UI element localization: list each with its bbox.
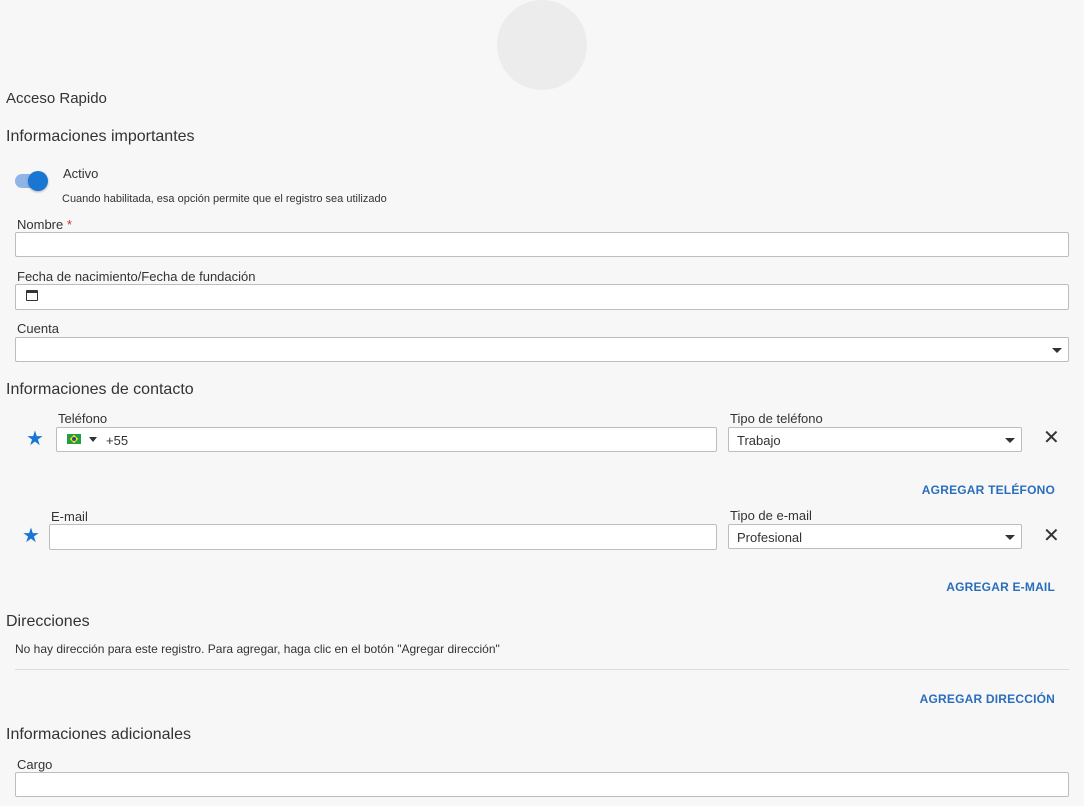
- email-type-label: Tipo de e-mail: [730, 508, 812, 523]
- phone-type-select[interactable]: Trabajo: [728, 427, 1022, 452]
- email-input[interactable]: [49, 524, 717, 550]
- quick-access-title: Acceso Rapido: [6, 90, 107, 107]
- account-select[interactable]: [15, 337, 1069, 362]
- brazil-flag-icon[interactable]: [67, 434, 81, 444]
- cargo-input[interactable]: [15, 772, 1069, 797]
- phone-type-label: Tipo de teléfono: [730, 411, 823, 426]
- chevron-down-icon: [1005, 438, 1015, 443]
- close-icon[interactable]: ✕: [1043, 428, 1060, 448]
- chevron-down-icon: [1005, 535, 1015, 540]
- name-input[interactable]: [15, 232, 1069, 257]
- phone-type-value: Trabajo: [737, 433, 781, 448]
- cargo-label: Cargo: [17, 757, 53, 772]
- additional-info-title: Informaciones adicionales: [6, 726, 191, 743]
- addresses-title: Direcciones: [6, 613, 90, 630]
- active-label: Activo: [63, 166, 99, 181]
- phone-input[interactable]: +55: [56, 427, 717, 452]
- birth-date-input[interactable]: [15, 284, 1069, 310]
- required-mark: *: [66, 217, 72, 232]
- add-phone-button[interactable]: AGREGAR TELÉFONO: [922, 483, 1055, 497]
- contact-info-title: Informaciones de contacto: [6, 381, 194, 398]
- close-icon[interactable]: ✕: [1043, 526, 1060, 546]
- chevron-down-icon[interactable]: [89, 437, 97, 442]
- add-address-button[interactable]: AGREGAR DIRECCIÓN: [920, 692, 1055, 706]
- avatar[interactable]: [497, 0, 587, 90]
- email-type-select[interactable]: Profesional: [728, 524, 1022, 549]
- chevron-down-icon: [1052, 348, 1062, 353]
- star-icon[interactable]: ★: [22, 526, 40, 546]
- no-address-text: No hay dirección para este registro. Par…: [15, 642, 500, 656]
- phone-label: Teléfono: [58, 411, 108, 426]
- star-icon[interactable]: ★: [26, 429, 44, 449]
- birth-date-label: Fecha de nacimiento/Fecha de fundación: [17, 269, 256, 284]
- name-label-text: Nombre: [17, 217, 64, 232]
- important-info-title: Informaciones importantes: [6, 128, 195, 145]
- calendar-icon[interactable]: [26, 290, 38, 301]
- phone-prefix: +55: [106, 433, 129, 448]
- email-type-value: Profesional: [737, 530, 803, 545]
- add-email-button[interactable]: AGREGAR E-MAIL: [946, 580, 1055, 594]
- account-label: Cuenta: [17, 321, 59, 336]
- name-label: Nombre *: [17, 217, 72, 232]
- active-helper-text: Cuando habilitada, esa opción permite qu…: [62, 193, 387, 205]
- email-label: E-mail: [51, 509, 88, 524]
- divider: [15, 669, 1069, 670]
- active-toggle-knob[interactable]: [28, 171, 48, 191]
